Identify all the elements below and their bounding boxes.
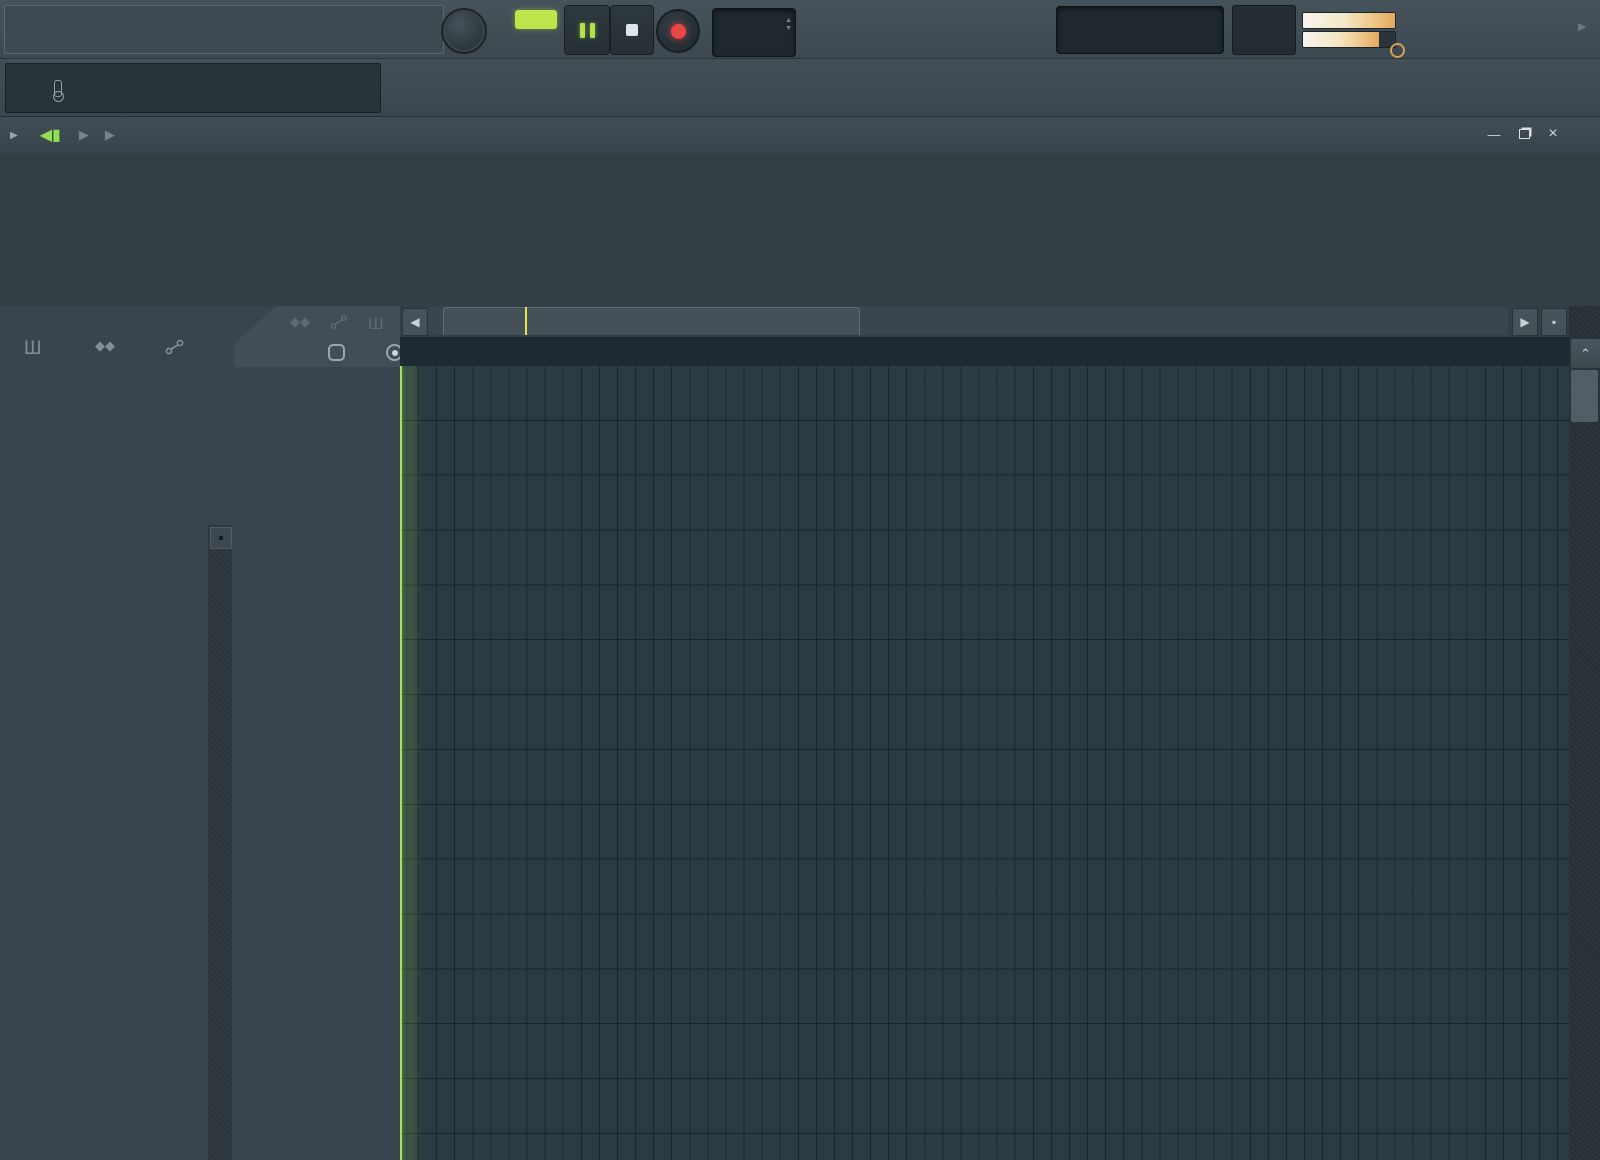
shuffle-knob[interactable]	[441, 8, 487, 54]
audio-filter-icon[interactable]: ◆◆	[290, 314, 310, 330]
secondary-toolbar: ▶ ▶ ▲▼	[0, 59, 1600, 117]
playlist-vscrollbar[interactable]: ⌃ ⌄	[1569, 306, 1600, 1160]
track-header-panel: ◆◆ Ш	[234, 306, 400, 1160]
toolbar-overflow-chevron[interactable]: ▶	[1578, 20, 1586, 33]
tempo-spinner[interactable]: ▲▼	[785, 17, 792, 33]
speaker-icon[interactable]: ◀▮	[40, 125, 61, 145]
patterns-tab-icon[interactable]: Ш	[24, 338, 41, 360]
breadcrumb-sep-icon: ▶	[105, 127, 115, 143]
playlist-close-button[interactable]: ×	[1541, 124, 1565, 144]
memory-meter	[1302, 31, 1396, 48]
minimap-right-button[interactable]: ▶	[1512, 308, 1538, 336]
pat-song-toggle[interactable]	[512, 5, 560, 53]
cpu-meter	[1302, 12, 1396, 29]
audio-tab-icon[interactable]: ◆◆	[95, 338, 115, 354]
pause-icon	[580, 23, 585, 38]
breadcrumb-sep-icon: ▶	[79, 127, 89, 143]
playlist-grid[interactable]	[400, 366, 1569, 1160]
playhead-line	[400, 366, 402, 1160]
stop-icon	[626, 24, 638, 36]
clock-icon	[1390, 43, 1405, 58]
playlist-titlebar[interactable]: ▶ ◀▮ ▶ ▶ — ×	[0, 117, 1600, 154]
minimap-zoom-button[interactable]: ▪	[1541, 308, 1567, 336]
pattern-list-scrollbar[interactable]	[208, 525, 232, 1160]
vscroll-thumb[interactable]	[1571, 370, 1598, 422]
playhead-glow	[400, 366, 422, 1160]
main-toolbar: ▲▼ ▶	[0, 0, 1600, 59]
playlist-menu-arrow-icon[interactable]: ▶	[10, 130, 18, 141]
tempo-display[interactable]: ▲▼	[712, 8, 796, 57]
menu-bar[interactable]	[4, 5, 444, 54]
hint-bar	[5, 63, 381, 113]
pattern-picker-panel: Ш ◆◆	[0, 306, 235, 1160]
playlist-minimize-button[interactable]: —	[1482, 124, 1506, 144]
playlist-body: Ш ◆◆ ◆◆ Ш ◀	[0, 153, 1600, 1160]
track-header-top: ◆◆ Ш	[234, 306, 400, 367]
play-pause-button[interactable]	[564, 5, 610, 55]
minimap-viewport[interactable]	[443, 307, 860, 335]
scroll-up-button[interactable]: ⌃	[1570, 338, 1600, 369]
oscilloscope[interactable]	[1232, 5, 1296, 55]
pattern-filter-icon[interactable]: Ш	[368, 314, 384, 334]
minimap-left-button[interactable]: ◀	[402, 308, 428, 336]
playlist-maximize-button[interactable]	[1512, 124, 1536, 144]
timeline-ruler[interactable]	[400, 338, 1569, 367]
automation-tab-icon[interactable]	[165, 338, 185, 362]
playlist-minimap[interactable]: ◀ ▶ ▪	[400, 306, 1569, 338]
minimap-content[interactable]	[428, 307, 1508, 335]
record-button[interactable]	[656, 9, 700, 53]
time-display[interactable]	[1056, 6, 1224, 54]
step-checkbox[interactable]	[328, 344, 345, 361]
minimap-playhead	[525, 307, 527, 335]
record-icon	[671, 24, 686, 39]
automation-filter-icon[interactable]	[330, 314, 348, 335]
thermometer-icon	[54, 80, 62, 97]
fl-studio-window: ▲▼ ▶ ▶ ▶ ▲▼	[0, 0, 1600, 1160]
stop-button[interactable]	[610, 5, 654, 55]
song-label[interactable]	[515, 10, 557, 29]
